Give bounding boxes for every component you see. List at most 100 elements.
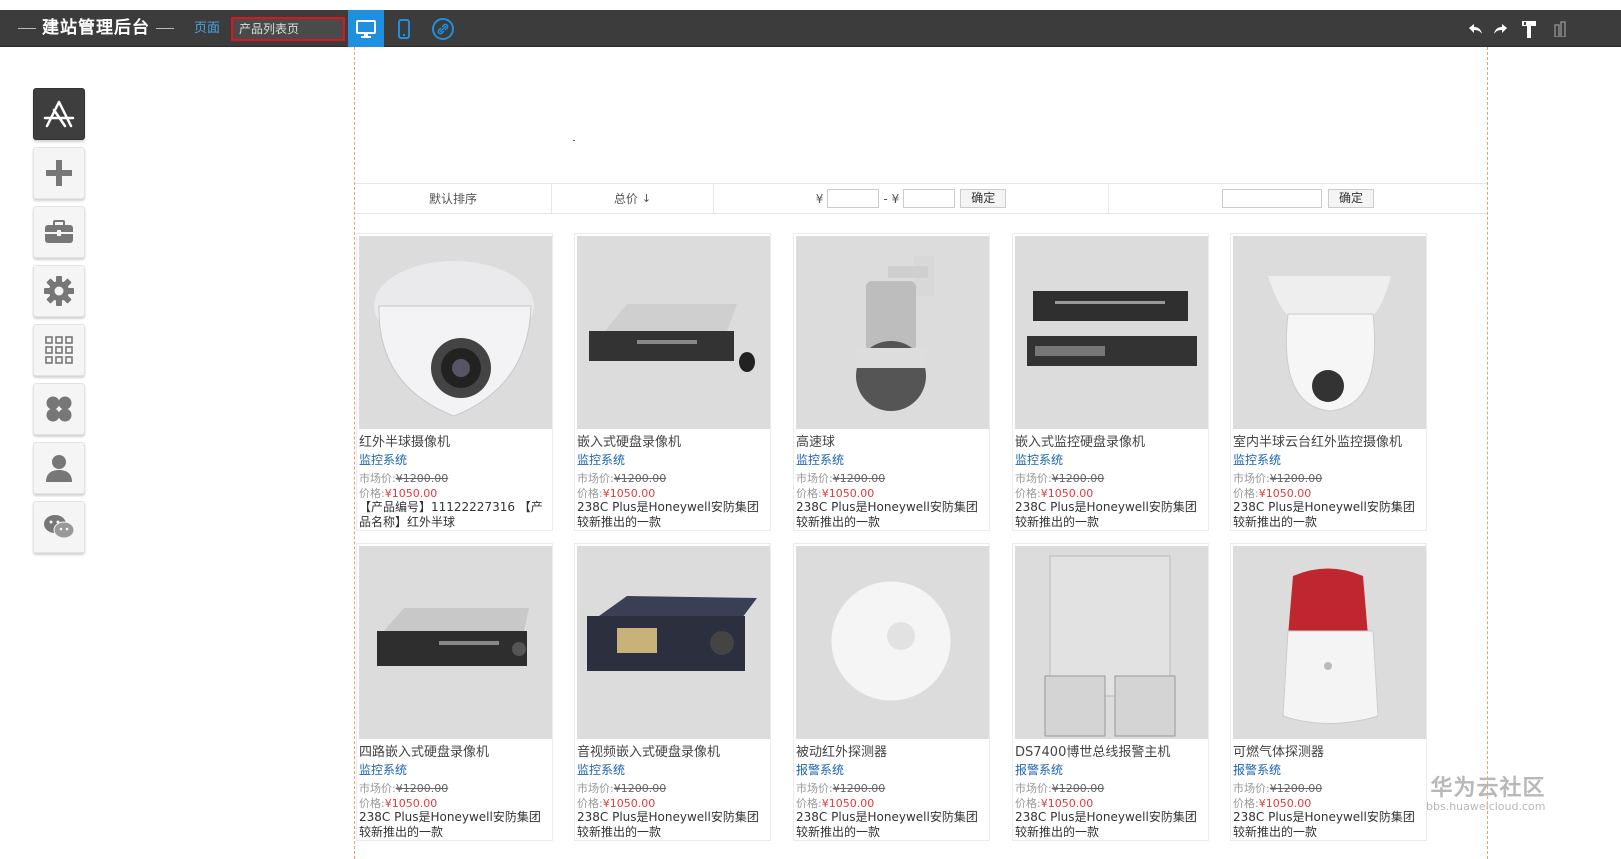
product-image[interactable] — [1015, 236, 1208, 429]
canvas-dot — [573, 140, 575, 141]
top-toolbar: 建站管理后台 页面 产品列表页 ▼ — [0, 10, 1621, 47]
price-value: ¥1050.00 — [384, 487, 438, 500]
indoor-dome-image — [1268, 276, 1391, 412]
gear-icon — [44, 276, 74, 306]
sidebar-wechat-button[interactable] — [33, 501, 85, 553]
product-name[interactable]: 红外半球摄像机 — [359, 431, 552, 450]
top-strip — [0, 0, 1621, 10]
keyword-confirm-button[interactable]: 确定 — [1327, 189, 1374, 208]
product-card[interactable]: 嵌入式硬盘录像机 监控系统 市场价:¥1200.00 价格:¥1050.00 2… — [574, 233, 771, 531]
product-card[interactable]: 红外半球摄像机 监控系统 市场价:¥1200.00 价格:¥1050.00 【产… — [356, 233, 553, 531]
page-label: 页面 — [194, 21, 221, 36]
sidebar-toolbox-button[interactable] — [33, 206, 85, 258]
sidebar-settings-button[interactable] — [33, 265, 85, 317]
max-price-input[interactable] — [903, 189, 956, 208]
default-sort-button[interactable]: 默认排序 — [355, 184, 552, 213]
product-name[interactable]: 嵌入式监控硬盘录像机 — [1015, 431, 1208, 450]
price-label: 价格: — [796, 487, 822, 500]
price-value: ¥1050.00 — [1258, 797, 1312, 810]
product-card[interactable]: 高速球 监控系统 市场价:¥1200.00 价格:¥1050.00 238C P… — [793, 233, 990, 531]
keyword-group: 确定 — [1109, 184, 1487, 213]
price-range-group: ¥ - ¥ 确定 — [714, 184, 1109, 213]
redo-button[interactable] — [1490, 10, 1512, 47]
product-card[interactable]: 四路嵌入式硬盘录像机 监控系统 市场价:¥1200.00 价格:¥1050.00… — [356, 543, 553, 841]
sidebar-user-button[interactable] — [33, 442, 85, 494]
product-price: 价格:¥1050.00 — [1015, 485, 1093, 501]
product-card[interactable]: 室内半球云台红外监控摄像机 监控系统 市场价:¥1200.00 价格:¥1050… — [1230, 233, 1427, 531]
market-price-label: 市场价: — [577, 782, 614, 795]
product-name[interactable]: 音视频嵌入式硬盘录像机 — [577, 741, 770, 760]
price-label: 价格: — [796, 797, 822, 810]
product-category[interactable]: 报警系统 — [796, 761, 844, 778]
product-description: 238C Plus是Honeywell安防集团较新推出的一款 — [1233, 810, 1415, 839]
sidebar-add-button[interactable] — [33, 147, 85, 199]
watermark: 华为云社区 bbs.huaweicloud.com — [1426, 770, 1545, 813]
price-label: 价格: — [577, 487, 603, 500]
product-name[interactable]: 高速球 — [796, 431, 989, 450]
product-category[interactable]: 监控系统 — [1015, 451, 1063, 468]
hammer-button[interactable] — [1518, 10, 1540, 47]
product-description: 【产品编号】11122227316 【产品名称】红外半球 — [359, 500, 543, 529]
price-label: 价格: — [1233, 487, 1259, 500]
redo-icon — [1494, 23, 1507, 34]
product-card[interactable]: 嵌入式监控硬盘录像机 监控系统 市场价:¥1200.00 价格:¥1050.00… — [1012, 233, 1209, 531]
product-image[interactable] — [1233, 236, 1426, 429]
product-image[interactable] — [796, 236, 989, 429]
page-select[interactable]: 产品列表页 ▼ — [231, 17, 355, 41]
product-name[interactable]: 被动红外探测器 — [796, 741, 989, 760]
product-category[interactable]: 报警系统 — [1015, 761, 1063, 778]
user-icon — [46, 455, 72, 482]
product-name[interactable]: 嵌入式硬盘录像机 — [577, 431, 770, 450]
product-category[interactable]: 监控系统 — [577, 761, 625, 778]
sidebar-clover-button[interactable] — [33, 383, 85, 435]
product-category[interactable]: 监控系统 — [577, 451, 625, 468]
min-price-input[interactable] — [827, 189, 880, 208]
product-image[interactable] — [796, 546, 989, 739]
price-confirm-button[interactable]: 确定 — [960, 189, 1007, 208]
market-price-value: ¥1200.00 — [832, 782, 886, 795]
product-description: 238C Plus是Honeywell安防集团较新推出的一款 — [1015, 500, 1197, 529]
total-price-sort-button[interactable]: 总价 ↓ — [552, 184, 714, 213]
title-dash-right — [156, 27, 174, 29]
product-card[interactable]: DS7400博世总线报警主机 报警系统 市场价:¥1200.00 价格:¥105… — [1012, 543, 1209, 841]
product-image[interactable] — [577, 546, 770, 739]
product-card[interactable]: 音视频嵌入式硬盘录像机 监控系统 市场价:¥1200.00 价格:¥1050.0… — [574, 543, 771, 841]
product-image[interactable] — [1015, 546, 1208, 739]
product-name[interactable]: DS7400博世总线报警主机 — [1015, 741, 1208, 760]
grid-icon — [45, 336, 73, 364]
product-category[interactable]: 报警系统 — [1233, 761, 1281, 778]
more-button[interactable] — [1553, 10, 1567, 47]
product-category[interactable]: 监控系统 — [359, 451, 407, 468]
total-price-label: 总价 — [613, 192, 638, 206]
sidebar-app-button[interactable] — [33, 88, 85, 140]
bars-icon — [1554, 20, 1566, 37]
canvas-guide-left — [354, 47, 355, 859]
product-card[interactable]: 被动红外探测器 报警系统 市场价:¥1200.00 价格:¥1050.00 23… — [793, 543, 990, 841]
price-label: 价格: — [577, 797, 603, 810]
product-image[interactable] — [1233, 546, 1426, 739]
product-price: 价格:¥1050.00 — [1233, 485, 1311, 501]
mobile-view-button[interactable] — [386, 10, 422, 47]
product-card[interactable]: 可燃气体探测器 报警系统 市场价:¥1200.00 价格:¥1050.00 23… — [1230, 543, 1427, 841]
product-name[interactable]: 可燃气体探测器 — [1233, 741, 1426, 760]
product-category[interactable]: 监控系统 — [1233, 451, 1281, 468]
alarm-panel-image — [1044, 555, 1176, 737]
page-select-value: 产品列表页 — [239, 22, 300, 36]
product-image[interactable] — [359, 236, 552, 429]
product-image[interactable] — [577, 236, 770, 429]
keyword-input[interactable] — [1221, 189, 1322, 208]
product-category[interactable]: 监控系统 — [796, 451, 844, 468]
desktop-view-button[interactable] — [348, 10, 384, 47]
four-channel-dvr-image — [377, 608, 529, 666]
sidebar-grid-button[interactable] — [33, 324, 85, 376]
product-category[interactable]: 监控系统 — [359, 761, 407, 778]
undo-button[interactable] — [1464, 10, 1486, 47]
product-name[interactable]: 四路嵌入式硬盘录像机 — [359, 741, 552, 760]
market-price-label: 市场价: — [359, 472, 396, 485]
toolbox-icon — [45, 220, 73, 243]
product-image[interactable] — [359, 546, 552, 739]
link-button[interactable] — [425, 10, 461, 47]
product-market-price: 市场价:¥1200.00 — [359, 780, 448, 796]
product-name[interactable]: 室内半球云台红外监控摄像机 — [1233, 431, 1426, 450]
market-price-label: 市场价: — [796, 782, 833, 795]
